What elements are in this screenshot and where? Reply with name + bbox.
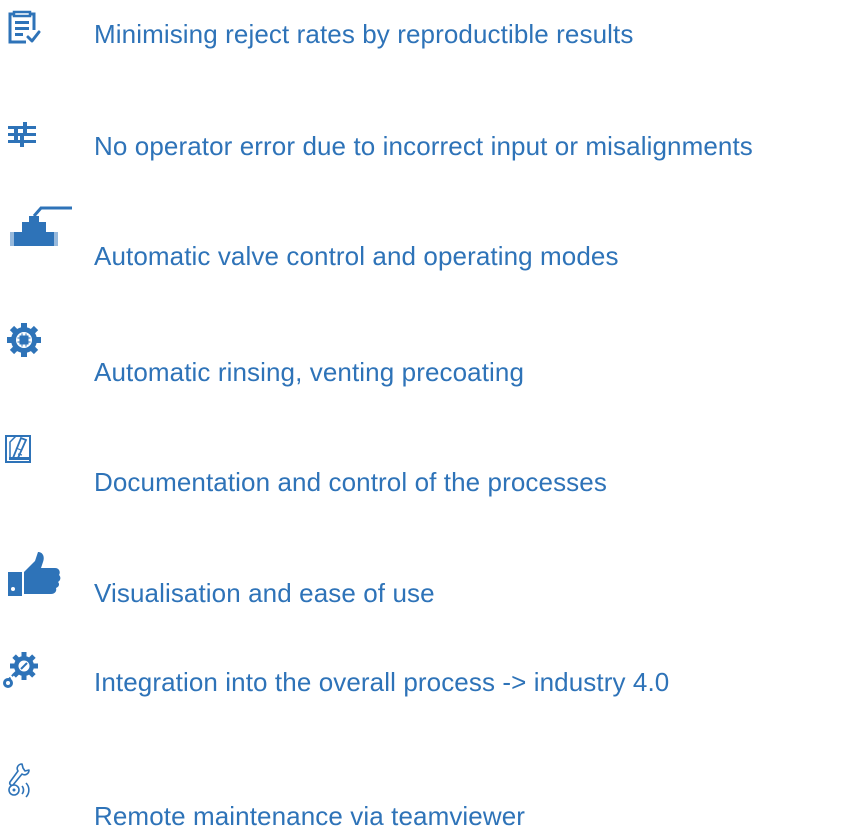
sliders-icon <box>4 114 70 170</box>
feature-item-rinsing: Automatic rinsing, venting precoating <box>0 320 849 387</box>
documentation-icon <box>4 430 70 486</box>
remote-wrench-icon <box>4 760 70 816</box>
gear-chip-icon <box>4 320 70 376</box>
feature-label: Automatic rinsing, venting precoating <box>94 357 525 387</box>
feature-label: Remote maintenance via teamviewer <box>94 801 526 831</box>
feature-list: Minimising reject rates by reproductible… <box>0 0 849 831</box>
gear-network-icon <box>3 650 70 706</box>
feature-label: Integration into the overall process -> … <box>94 667 670 697</box>
feature-item-visualisation: Visualisation and ease of use <box>0 550 849 610</box>
feature-item-integration: Integration into the overall process -> … <box>0 650 849 710</box>
feature-label: No operator error due to incorrect input… <box>94 131 753 161</box>
feature-item-documentation: Documentation and control of the process… <box>0 430 849 497</box>
feature-item-operator-error: No operator error due to incorrect input… <box>0 114 849 174</box>
clipboard-checklist-icon <box>4 6 70 62</box>
feature-item-remote-maintenance: Remote maintenance via teamviewer <box>0 760 849 831</box>
thumbs-up-icon <box>4 550 70 606</box>
feature-item-valve-control: Automatic valve control and operating mo… <box>0 204 849 271</box>
feature-item-reject-rates: Minimising reject rates by reproductible… <box>0 6 849 66</box>
feature-label: Documentation and control of the process… <box>94 467 607 497</box>
feature-label: Automatic valve control and operating mo… <box>94 241 619 271</box>
valve-icon <box>4 204 72 260</box>
feature-label: Minimising reject rates by reproductible… <box>94 19 634 49</box>
feature-label: Visualisation and ease of use <box>94 578 435 608</box>
